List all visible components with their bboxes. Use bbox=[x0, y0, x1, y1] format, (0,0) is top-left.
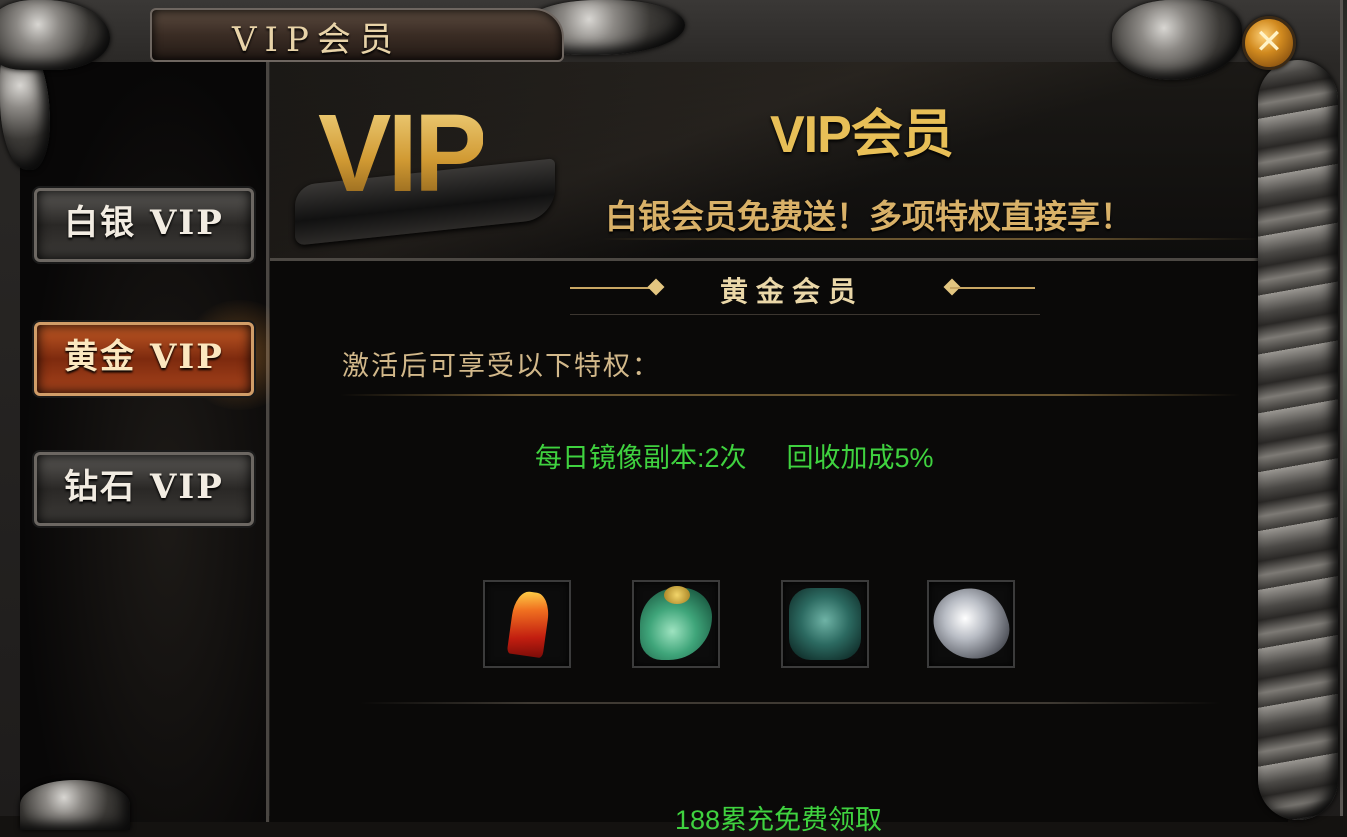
intro-divider bbox=[340, 394, 1240, 396]
vip-content-panel: VIP VIP会员 白银会员免费送！多项特权直接享！ 黄金会员 激活后可享受以下… bbox=[270, 62, 1288, 835]
diamond-ornament-left-icon bbox=[647, 278, 665, 296]
header-line-right bbox=[950, 287, 1035, 289]
vip-banner: VIP VIP会员 白银会员免费送！多项特权直接享！ bbox=[270, 62, 1288, 261]
silver-armor-icon bbox=[924, 577, 1018, 671]
section-title: 黄金会员 bbox=[720, 275, 865, 308]
banner-divider bbox=[600, 238, 1260, 240]
privilege-intro: 激活后可享受以下特权： bbox=[342, 351, 661, 382]
gold-knot-icon bbox=[664, 586, 690, 604]
perk-recycle-bonus: 回收加成5% bbox=[786, 443, 934, 473]
tab-gold-vip[interactable]: 黄金 VIP bbox=[34, 322, 254, 396]
perk-list: 每日镜像副本:2次 回收加成5% bbox=[535, 436, 974, 475]
tab-silver-vip[interactable]: 白银 VIP bbox=[34, 188, 254, 262]
dragon-ornament-top-left bbox=[0, 0, 110, 70]
vip-tier-sidebar bbox=[20, 62, 269, 822]
reward-slot-2[interactable] bbox=[632, 580, 720, 668]
section-underline bbox=[570, 314, 1040, 315]
dragon-border-right bbox=[1258, 60, 1338, 820]
banner-title: VIP会员 bbox=[770, 106, 954, 164]
perk-mirror-dungeon: 每日镜像副本:2次 bbox=[535, 443, 747, 473]
window-title: VIP会员 bbox=[232, 20, 401, 60]
red-talisman-icon bbox=[506, 589, 552, 659]
close-icon: ✕ bbox=[1254, 22, 1284, 62]
dragon-ornament-bottom-left bbox=[20, 780, 130, 830]
close-button[interactable]: ✕ bbox=[1242, 16, 1296, 70]
reward-slot-4[interactable] bbox=[924, 577, 1018, 671]
vip-window: 白银 VIP 黄金 VIP 钻石 VIP VIP VIP会员 白银会员免费送！多… bbox=[0, 0, 1343, 835]
header-line-left bbox=[570, 287, 655, 289]
reward-slot-3[interactable] bbox=[781, 580, 869, 668]
section-header: 黄金会员 bbox=[570, 270, 1035, 308]
reward-slot-1[interactable] bbox=[483, 580, 571, 668]
vip-logo: VIP bbox=[318, 92, 487, 215]
banner-subtitle: 白银会员免费送！多项特权直接享！ bbox=[605, 198, 1133, 235]
recharge-claim-text[interactable]: 188累充免费领取 bbox=[675, 798, 882, 837]
rewards-divider bbox=[360, 702, 1220, 704]
tab-diamond-vip[interactable]: 钻石 VIP bbox=[34, 452, 254, 526]
jade-mask-icon bbox=[789, 588, 861, 660]
